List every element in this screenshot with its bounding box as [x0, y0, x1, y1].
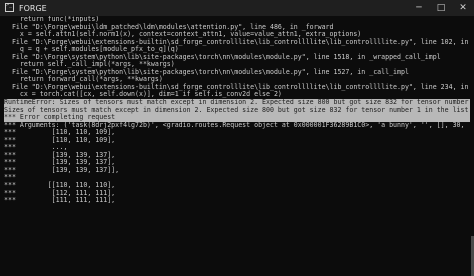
- vertical-scrollbar[interactable]: [470, 16, 474, 276]
- title-bar[interactable]: FORGE ─ □ ✕: [0, 0, 474, 16]
- close-button[interactable]: ✕: [452, 0, 474, 16]
- terminal-window: FORGE ─ □ ✕ return func(*inputs) File "D…: [0, 0, 474, 276]
- minimize-button[interactable]: ─: [408, 0, 430, 16]
- terminal-icon: [5, 2, 15, 13]
- console-line: *** [111, 111, 111],: [4, 196, 116, 205]
- window-title: FORGE: [19, 3, 47, 13]
- console-line: *** [139, 139, 137]],: [4, 165, 120, 174]
- console-output[interactable]: return func(*inputs) File "D:\Forge\webu…: [0, 16, 470, 276]
- console-line: *** [110, 110, 109],: [4, 135, 116, 144]
- maximize-button[interactable]: □: [430, 0, 452, 16]
